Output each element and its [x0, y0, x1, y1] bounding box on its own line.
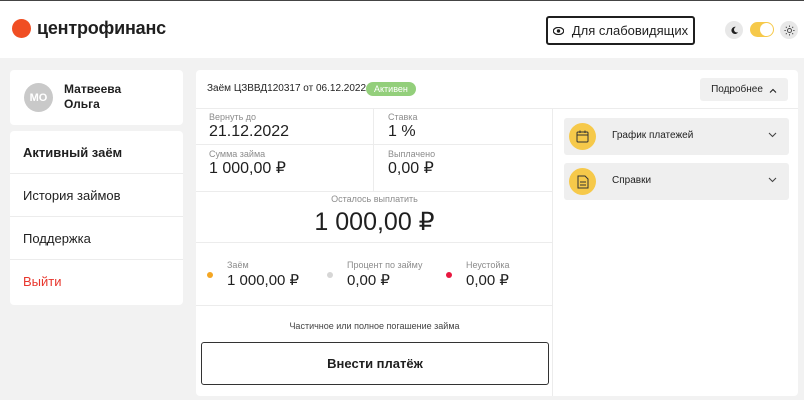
header: центрофинанс Для слабовидящих: [0, 0, 804, 58]
menu-item-active-loan[interactable]: Активный заём: [10, 131, 183, 174]
remaining-amount: 1 000,00 ₽: [314, 208, 435, 236]
profile-first-name: Ольга: [64, 97, 100, 111]
details-button[interactable]: Подробнее: [700, 78, 788, 101]
divider: [196, 242, 553, 243]
profile-card: МО Матвеева Ольга: [10, 70, 183, 125]
details-label: Подробнее: [711, 84, 763, 95]
calendar-icon: [569, 123, 596, 150]
theme-toggle[interactable]: [750, 22, 774, 37]
divider: [196, 144, 553, 145]
payment-schedule-accordion[interactable]: График платежей: [564, 118, 789, 155]
rate-value: 1 %: [388, 123, 416, 140]
divider: [196, 191, 553, 192]
sun-icon[interactable]: [780, 21, 798, 39]
toggle-knob: [760, 23, 773, 36]
accessibility-button[interactable]: Для слабовидящих: [546, 16, 695, 45]
make-payment-button[interactable]: Внести платёж: [201, 342, 549, 385]
brand-logo[interactable]: центрофинанс: [12, 18, 166, 39]
remaining-label: Осталось выплатить: [331, 194, 418, 204]
certificates-title: Справки: [612, 175, 652, 186]
breakdown-loan-value: 1 000,00 ₽: [227, 272, 300, 289]
side-menu: Активный заём История займов Поддержка В…: [10, 131, 183, 305]
amount-label: Сумма займа: [209, 149, 266, 159]
menu-item-logout[interactable]: Выйти: [10, 260, 183, 303]
profile-name: Матвеева Ольга: [64, 82, 121, 112]
interest-dot-icon: [327, 272, 333, 278]
status-badge: Активен: [366, 82, 416, 96]
loan-summary: Вернуть до 21.12.2022 Ставка 1 % Сумма з…: [196, 109, 553, 396]
profile-last-name: Матвеева: [64, 82, 122, 96]
paid-cell: Выплачено 0,00 ₽: [388, 149, 435, 178]
paid-value: 0,00 ₽: [388, 160, 434, 177]
document-icon: [569, 168, 596, 195]
moon-icon[interactable]: [725, 21, 743, 39]
breakdown-penalty-label: Неустойка: [466, 260, 510, 270]
breakdown-interest-value: 0,00 ₽: [347, 272, 390, 289]
divider: [196, 305, 553, 306]
menu-item-loan-history[interactable]: История займов: [10, 174, 183, 217]
paid-label: Выплачено: [388, 149, 436, 159]
chevron-down-icon: [768, 174, 777, 186]
accessibility-label: Для слабовидящих: [571, 23, 689, 38]
return-date-value: 21.12.2022: [209, 123, 290, 140]
divider: [373, 109, 374, 191]
penalty-dot-icon: [446, 272, 452, 278]
remaining-block: Осталось выплатить 1 000,00 ₽: [196, 194, 553, 237]
loan-dot-icon: [207, 272, 213, 278]
breakdown-penalty-value: 0,00 ₽: [466, 272, 509, 289]
rate-cell: Ставка 1 %: [388, 112, 417, 141]
partial-payment-note: Частичное или полное погашение займа: [289, 321, 460, 331]
eye-icon: [552, 23, 565, 38]
amount-value: 1 000,00 ₽: [209, 160, 286, 177]
chevron-up-icon: [769, 85, 777, 95]
amount-cell: Сумма займа 1 000,00 ₽: [209, 149, 286, 178]
menu-item-support[interactable]: Поддержка: [10, 217, 183, 260]
loan-header: Заём ЦЗВВД120317 от 06.12.2022 Активен П…: [196, 70, 798, 109]
loan-title: Заём ЦЗВВД120317 от 06.12.2022: [207, 83, 367, 94]
chevron-down-icon: [768, 129, 777, 141]
certificates-accordion[interactable]: Справки: [564, 163, 789, 200]
rate-label: Ставка: [388, 112, 418, 122]
return-date-cell: Вернуть до 21.12.2022: [209, 112, 289, 141]
brand-name: центрофинанс: [37, 18, 166, 38]
return-date-label: Вернуть до: [209, 112, 257, 122]
avatar: МО: [24, 83, 53, 112]
logo-dot-icon: [12, 19, 31, 38]
breakdown-interest-label: Процент по займу: [347, 260, 423, 270]
loan-card: Заём ЦЗВВД120317 от 06.12.2022 Активен П…: [196, 70, 798, 396]
payment-schedule-title: График платежей: [612, 130, 694, 141]
breakdown-loan-label: Заём: [227, 260, 249, 270]
